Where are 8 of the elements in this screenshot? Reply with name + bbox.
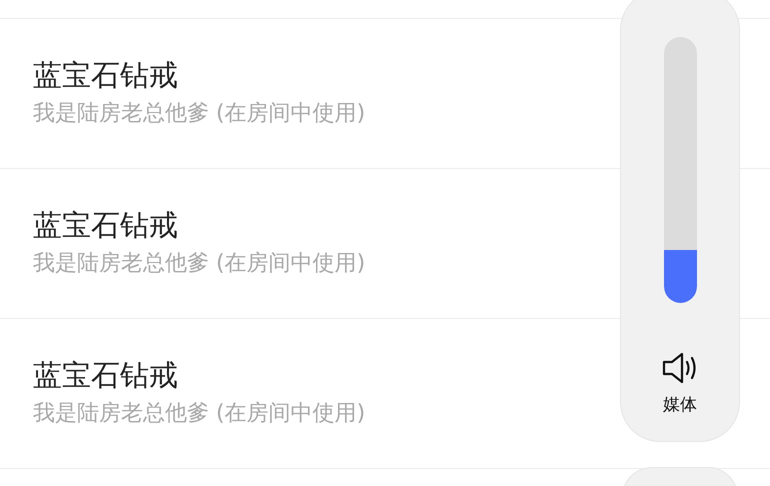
item-subtitle: 我是陆房老总他爹 (在房间中使用) — [33, 100, 366, 128]
volume-slider[interactable] — [664, 37, 696, 303]
item-title: 蓝宝石钻戒 — [33, 357, 178, 393]
item-title: 蓝宝石钻戒 — [33, 57, 178, 93]
item-title: 蓝宝石钻戒 — [33, 207, 178, 243]
panel-label: 媒体 — [663, 394, 697, 416]
item-subtitle: 我是陆房老总他爹 (在房间中使用) — [33, 400, 366, 428]
item-subtitle: 我是陆房老总他爹 (在房间中使用) — [33, 250, 366, 278]
